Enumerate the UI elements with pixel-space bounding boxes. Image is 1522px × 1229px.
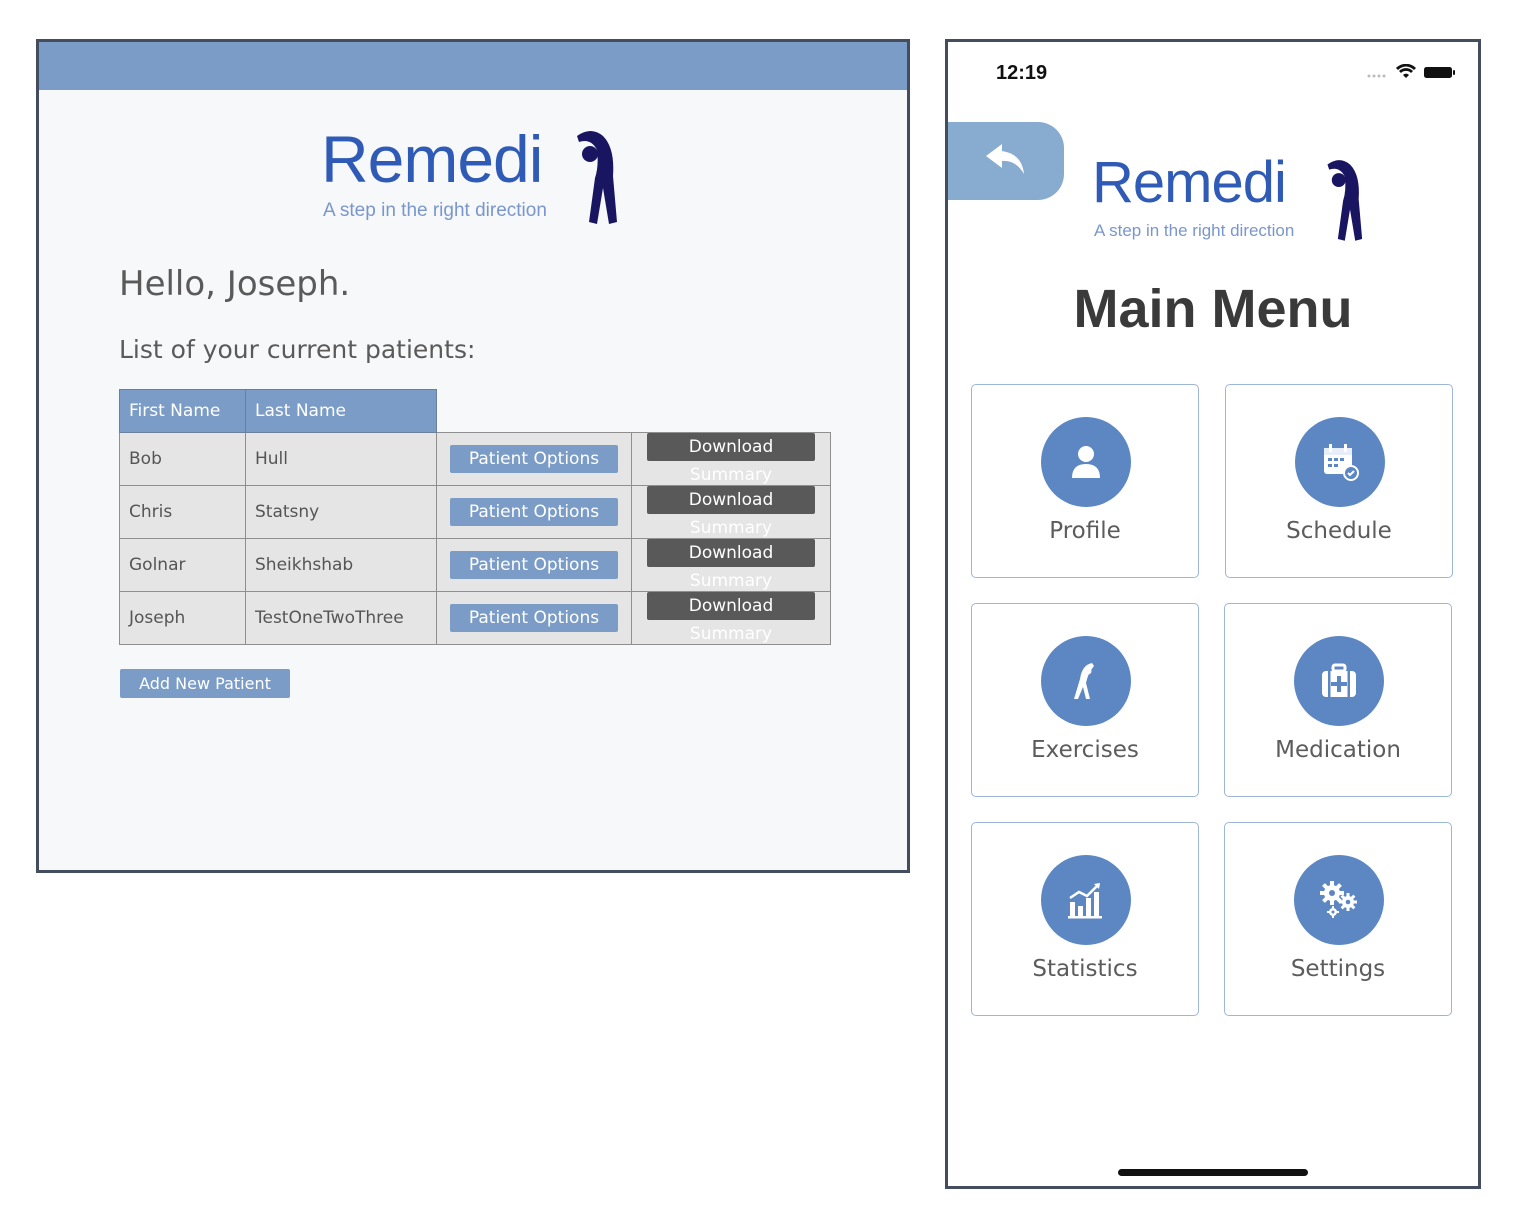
logo-wordmark: Remedi <box>321 122 543 196</box>
table-row: Golnar Sheikhshab Patient Options Downlo… <box>119 538 831 592</box>
tile-label: Medication <box>1275 737 1401 763</box>
tile-icon-circle <box>1294 855 1384 945</box>
logo-tagline: A step in the right direction <box>1094 221 1295 240</box>
patient-list-heading: List of your current patients: <box>119 335 476 364</box>
patient-options-button[interactable]: Patient Options <box>450 498 618 526</box>
last-name-cell: Sheikhshab <box>245 538 437 592</box>
tile-label: Settings <box>1290 956 1386 982</box>
tile-icon-circle <box>1041 636 1131 726</box>
first-name-cell: Chris <box>119 485 246 539</box>
wifi-icon <box>1396 63 1416 78</box>
column-header-first-name: First Name <box>119 389 246 433</box>
calendar-icon <box>1324 444 1359 481</box>
download-summary-button[interactable]: Download Summary <box>647 539 815 591</box>
empty-header <box>437 390 632 433</box>
last-name-cell: Statsny <box>245 485 437 539</box>
stretching-figure-icon <box>1327 160 1363 241</box>
person-icon <box>1072 446 1100 478</box>
status-bar-time: 12:19 <box>996 62 1048 84</box>
table-row: Chris Statsny Patient Options Download S… <box>119 485 831 539</box>
signal-icon <box>1367 74 1386 78</box>
patient-options-button[interactable]: Patient Options <box>450 604 618 632</box>
tile-icon-circle <box>1041 417 1131 507</box>
gears-icon <box>1320 881 1357 918</box>
download-summary-button[interactable]: Download Summary <box>647 486 815 538</box>
patient-options-button[interactable]: Patient Options <box>450 445 618 473</box>
table-row: Bob Hull Patient Options Download Summar… <box>119 432 831 486</box>
clinician-web-window: Remedi A step in the right direction Hel… <box>36 39 910 873</box>
download-summary-button[interactable]: Download Summary <box>647 433 815 485</box>
logo-tagline: A step in the right direction <box>323 200 547 221</box>
tile-icon-circle <box>1041 855 1131 945</box>
first-name-cell: Bob <box>119 432 246 486</box>
logo-wordmark: Remedi <box>1092 150 1287 215</box>
tile-icon-circle <box>1294 636 1384 726</box>
column-header-last-name: Last Name <box>245 389 437 433</box>
tile-label: Statistics <box>1032 956 1138 982</box>
top-bar <box>39 42 907 90</box>
remedi-logo: Remedi A step in the right direction <box>321 126 651 236</box>
download-summary-button[interactable]: Download Summary <box>647 592 815 644</box>
back-arrow-icon <box>986 144 1024 174</box>
table-header-row: First Name Last Name <box>119 389 831 433</box>
menu-tile-exercises[interactable]: Exercises <box>971 603 1199 797</box>
back-button[interactable] <box>948 122 1064 200</box>
menu-tile-settings[interactable]: Settings <box>1224 822 1452 1016</box>
stretch-icon <box>1074 663 1094 699</box>
bar-chart-icon <box>1068 883 1102 919</box>
first-name-cell: Golnar <box>119 538 246 592</box>
tile-label: Profile <box>1049 518 1121 544</box>
battery-icon <box>1424 67 1455 78</box>
tile-label: Schedule <box>1286 518 1392 544</box>
status-bar-icons <box>1366 63 1456 84</box>
menu-tile-statistics[interactable]: Statistics <box>971 822 1199 1016</box>
tile-icon-circle <box>1295 417 1385 507</box>
add-new-patient-button[interactable]: Add New Patient <box>120 669 290 698</box>
menu-tile-profile[interactable]: Profile <box>971 384 1199 578</box>
last-name-cell: Hull <box>245 432 437 486</box>
home-indicator[interactable] <box>1118 1169 1308 1176</box>
menu-tile-medication[interactable]: Medication <box>1224 603 1452 797</box>
tile-label: Exercises <box>1031 737 1139 763</box>
first-aid-kit-icon <box>1322 663 1356 697</box>
empty-header <box>632 390 831 433</box>
page-title: Main Menu <box>1073 279 1353 339</box>
remedi-logo: Remedi A step in the right direction <box>1092 154 1382 254</box>
phone-screen: 12:19 Remedi A step in the right directi… <box>945 39 1481 1189</box>
first-name-cell: Joseph <box>119 591 246 645</box>
table-row: Joseph TestOneTwoThree Patient Options D… <box>119 591 831 645</box>
last-name-cell: TestOneTwoThree <box>245 591 437 645</box>
menu-tile-schedule[interactable]: Schedule <box>1225 384 1453 578</box>
patient-options-button[interactable]: Patient Options <box>450 551 618 579</box>
patients-table: First Name Last Name Bob Hull Patient Op… <box>119 389 831 645</box>
stretching-figure-icon <box>577 131 617 224</box>
greeting-heading: Hello, Joseph. <box>119 264 351 304</box>
